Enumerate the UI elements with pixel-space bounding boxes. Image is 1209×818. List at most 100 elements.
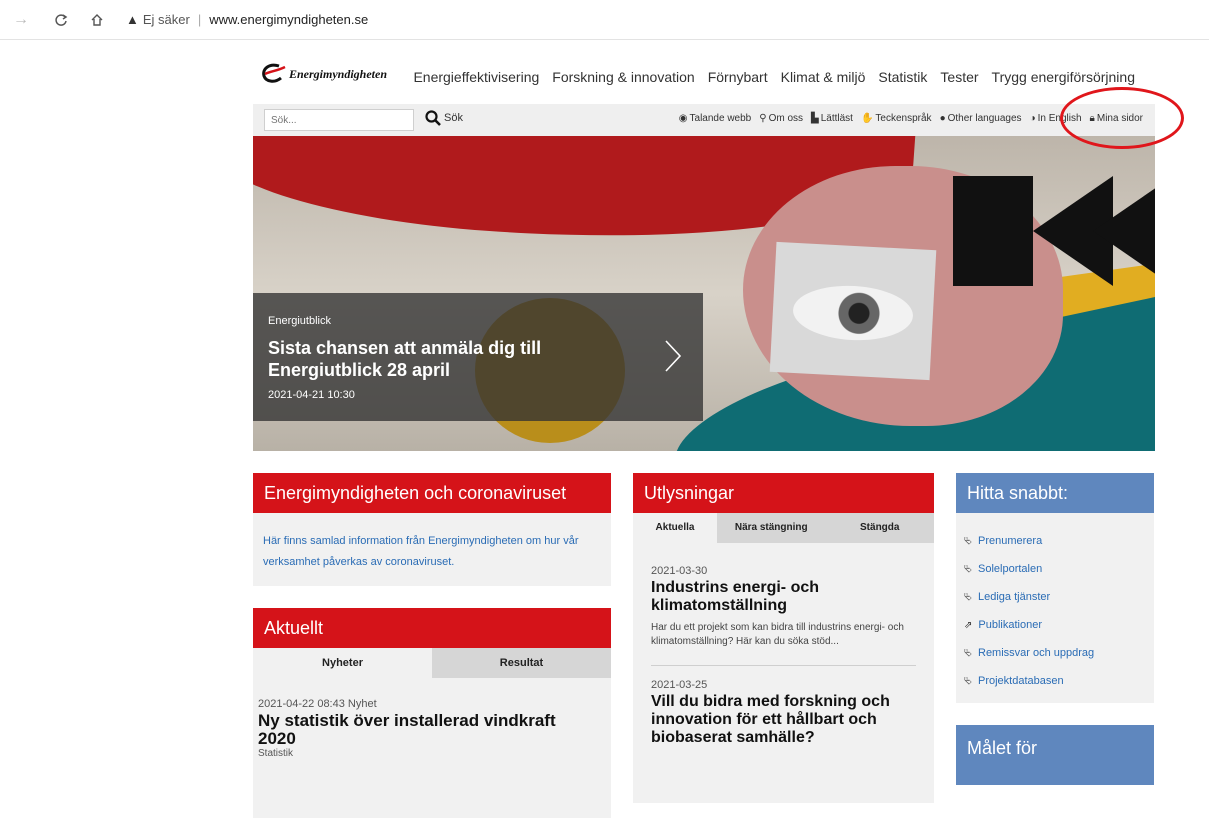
quick-link-projektdatabasen[interactable]: ⮱ Projektdatabasen [956,667,1154,695]
search-input[interactable] [264,109,414,131]
link-label: In English [1037,113,1082,124]
quick-link-label: Lediga tjänster [978,591,1051,603]
link-label: Talande webb [689,113,752,124]
hero-date: 2021-04-21 10:30 [268,389,355,401]
quick-link-label: Remissvar och uppdrag [978,647,1095,659]
hero-caption[interactable]: Energiutblick Sista chansen att anmäla d… [253,293,703,421]
link-arrow-icon: ⮱ [964,563,972,575]
link-label: Mina sidor [1096,113,1143,124]
corona-text[interactable]: Här finns samlad information från Energi… [253,513,611,586]
utlysningar-tabs: Aktuella Nära stängning Stängda [633,513,934,543]
news-list: 2021-04-22 08:43 Nyhet Ny statistik över… [253,678,611,818]
list-item[interactable]: 2021-04-22 08:43 Nyhet Ny statistik över… [258,698,611,759]
link-lattlast[interactable]: ▙ Lättläst [811,113,853,124]
link-label: Other languages [947,113,1022,124]
address-bar[interactable]: www.energimyndigheten.se [209,12,368,27]
website: Energimyndigheten Energieffektivisering … [253,40,1155,818]
hero-category: Energiutblick [268,315,331,327]
item-date: 2021-03-30 [651,565,708,577]
nav-item-forskning[interactable]: Forskning & innovation [552,69,694,85]
url-separator: | [197,12,202,27]
hero-art-black [953,176,1033,286]
site-logo[interactable]: Energimyndigheten [261,63,387,85]
quick-links: ⮱ Prenumerera ⮱ Solelportalen ⮱ Lediga tjän… [956,513,1154,703]
home-icon[interactable] [86,9,108,31]
aktuellt-tabs: Nyheter Resultat [253,648,611,678]
quick-link-prenumerera[interactable]: ⮱ Prenumerera [956,527,1154,555]
hero-art-chevron [1093,176,1155,286]
quick-link-label: Prenumerera [978,535,1043,547]
tab-stangda[interactable]: Stängda [825,513,934,543]
magnifier-icon [425,110,441,126]
search-button[interactable]: Sök [425,110,463,126]
link-arrow-icon: ⮱ [964,591,972,603]
nav-item-klimat-miljo[interactable]: Klimat & miljö [781,69,866,85]
list-item[interactable]: 2021-03-30 Industrins energi- och klimat… [651,543,916,649]
link-om-oss[interactable]: ⚲ Om oss [759,113,803,124]
quick-link-lediga-tjanster[interactable]: ⮱ Lediga tjänster [956,583,1154,611]
chevron-right-icon[interactable] [663,339,683,373]
item-date: 2021-03-25 [651,679,708,691]
link-label: Om oss [768,113,804,124]
logo-text: Energimyndigheten [289,66,388,81]
news-title[interactable]: Ny statistik över installerad vindkraft … [258,712,598,748]
link-arrow-icon: ⮱ [964,675,972,687]
main-navigation: Energieffektivisering Forskning & innova… [400,69,1135,85]
aktuellt-heading: Aktuellt [253,608,611,648]
hero-carousel[interactable]: Energiutblick Sista chansen att anmäla d… [253,136,1155,451]
browser-toolbar: → ▲ Ej säker | www.energimyndigheten.se [0,0,1209,40]
person-icon: ⚲ [759,113,767,124]
warning-icon[interactable]: ▲ [126,12,139,27]
item-title[interactable]: Vill du bidra med forskning och innovati… [651,693,916,747]
speech-bubble-icon: ● [939,113,946,124]
quick-link-label: Projektdatabasen [978,675,1064,687]
quick-link-solelportalen[interactable]: ⮱ Solelportalen [956,555,1154,583]
nav-item-tester[interactable]: Tester [940,69,978,85]
utlysningar-list: 2021-03-30 Industrins energi- och klimat… [633,543,934,803]
reload-icon[interactable] [50,9,72,31]
news-category: Statistik [258,748,294,759]
link-talande-webb[interactable]: ◉ Talande webb [679,113,751,124]
tab-nyheter[interactable]: Nyheter [253,648,432,678]
list-item[interactable]: 2021-03-25 Vill du bidra med forskning o… [651,665,916,747]
tab-nara-stangning[interactable]: Nära stängning [717,513,826,543]
quick-link-publikationer[interactable]: ⇗ Publikationer [956,611,1154,639]
link-arrow-icon: ⮱ [964,535,972,547]
link-arrow-icon: ⮱ [964,647,972,659]
link-in-english[interactable]: ◑ In English [1030,113,1082,124]
link-other-languages[interactable]: ● Other languages [940,113,1022,124]
search-button-label: Sök [444,112,463,124]
logo-mark-icon [262,63,286,83]
speaker-icon: ◉ [678,113,688,124]
utlysningar-heading: Utlysningar [633,473,934,513]
hero-title[interactable]: Sista chansen att anmäla dig till Energi… [268,337,588,381]
site-header: Energimyndigheten Energieffektivisering … [253,40,1155,104]
left-column: Energimyndigheten och coronaviruset Här … [253,473,611,818]
back-arrow-icon[interactable]: → [10,9,32,31]
corona-heading[interactable]: Energimyndigheten och coronaviruset [253,473,611,513]
hitta-snabbt-heading: Hitta snabbt: [956,473,1154,513]
tab-aktuella[interactable]: Aktuella [633,513,717,543]
tab-resultat[interactable]: Resultat [432,648,611,678]
link-label: Lättläst [820,113,853,124]
security-label[interactable]: Ej säker [143,12,190,27]
quick-link-label: Solelportalen [978,563,1043,575]
lock-icon: 🔒︎ [1089,113,1095,124]
nav-item-trygg-energiforsorjning[interactable]: Trygg energiförsörjning [992,69,1135,85]
sign-language-icon: ✋ [860,113,874,124]
globe-icon: ◑ [1029,113,1036,124]
quick-link-label: Publikationer [978,619,1042,631]
link-mina-sidor[interactable]: 🔒︎ Mina sidor [1090,113,1143,124]
utility-links: ◉ Talande webb ⚲ Om oss ▙ Lättläst ✋ Teckens… [671,113,1143,124]
link-teckensprak[interactable]: ✋ Teckenspråk [861,113,932,124]
nav-item-statistik[interactable]: Statistik [878,69,927,85]
middle-column: Utlysningar Aktuella Nära stängning Stän… [633,473,934,803]
nav-item-fornybart[interactable]: Förnybart [708,69,768,85]
malet-panel[interactable]: Målet för [956,725,1154,785]
utility-bar: Sök ◉Talande webb ⚲Om oss ▙Lättläst ✋Tec… [253,104,1155,136]
item-title[interactable]: Industrins energi- och klimatomställning [651,579,916,615]
nav-item-energieffektivisering[interactable]: Energieffektivisering [413,69,539,85]
external-link-icon: ⇗ [964,619,973,631]
quick-link-remissvar[interactable]: ⮱ Remissvar och uppdrag [956,639,1154,667]
item-text: Har du ett projekt som kan bidra till in… [651,622,904,647]
